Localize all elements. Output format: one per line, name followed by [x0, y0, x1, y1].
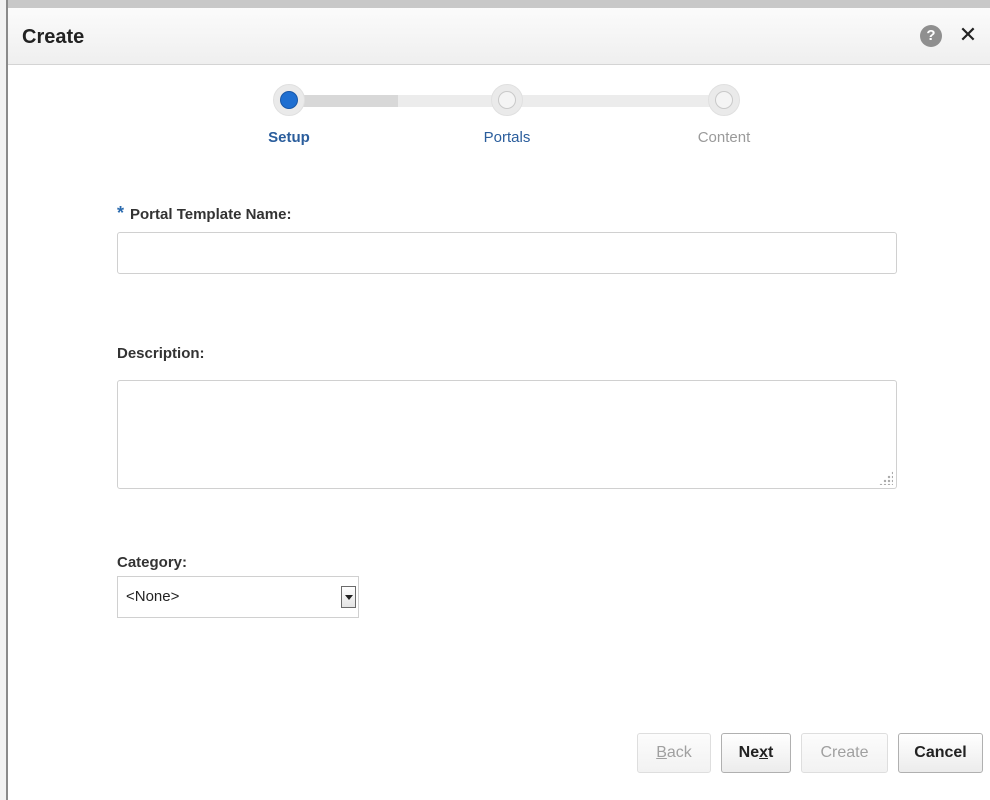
help-icon[interactable]: ?: [920, 25, 942, 47]
next-button-post: t: [768, 744, 774, 761]
dialog-header: Create ? ✕: [8, 8, 990, 65]
required-marker: *: [117, 203, 125, 223]
category-select[interactable]: <None>: [117, 576, 359, 618]
category-label: Category:: [117, 554, 188, 571]
portal-template-name-label: * Portal Template Name:: [117, 203, 291, 224]
create-button[interactable]: Create: [801, 733, 888, 773]
chevron-down-icon: [345, 595, 353, 600]
dialog-title: Create: [22, 26, 85, 48]
description-textarea[interactable]: [117, 380, 897, 489]
close-icon[interactable]: ✕: [956, 22, 980, 48]
description-label: Description:: [117, 345, 205, 362]
back-button-post: ack: [666, 744, 692, 761]
cancel-button[interactable]: Cancel: [898, 733, 983, 773]
train-stop-content: [708, 84, 740, 116]
train-connector-2: [514, 95, 720, 107]
next-button[interactable]: Next: [721, 733, 791, 773]
train-connector-1: [294, 95, 512, 107]
portal-template-name-input[interactable]: [117, 232, 897, 274]
window-left-edge: [0, 0, 8, 800]
portal-template-name-label-text: Portal Template Name:: [130, 206, 292, 223]
train-stop-setup[interactable]: [273, 84, 305, 116]
dropdown-button[interactable]: [341, 586, 356, 608]
window-top-edge: [0, 0, 990, 8]
train-label-setup[interactable]: Setup: [229, 129, 349, 146]
train-label-content: Content: [697, 129, 751, 146]
create-dialog: Create ? ✕ Setup Portals Content * Portal…: [8, 8, 990, 800]
next-button-mnemonic: x: [759, 744, 769, 761]
back-button-mnemonic: B: [656, 744, 667, 761]
resize-grip-icon[interactable]: [879, 471, 893, 485]
next-button-pre: Ne: [738, 744, 760, 761]
back-button[interactable]: Back: [637, 733, 711, 773]
category-selected-value: <None>: [126, 588, 180, 605]
train-label-portals[interactable]: Portals: [447, 129, 567, 146]
train-stop-portals[interactable]: [491, 84, 523, 116]
wizard-train: Setup Portals Content: [8, 64, 990, 164]
